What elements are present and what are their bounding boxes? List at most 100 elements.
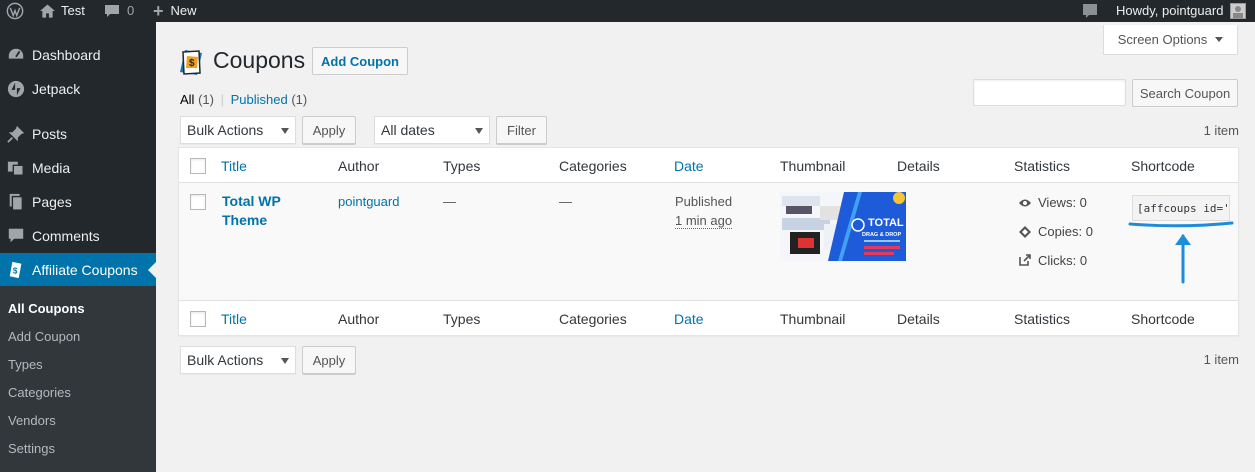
main-content: Screen Options $ Coupons Add Coupon All … — [156, 22, 1255, 472]
avatar — [1230, 3, 1247, 19]
post-date: 1 min ago — [675, 213, 733, 229]
howdy-text: Howdy, pointguard — [1116, 3, 1224, 18]
types-value: — — [443, 194, 456, 209]
column-date[interactable]: Date — [674, 311, 704, 327]
sidebar-item-jetpack[interactable]: Jetpack — [0, 72, 156, 106]
stat-views-text: Views: 0 — [1038, 195, 1087, 210]
view-all-link[interactable]: All — [180, 92, 194, 107]
eye-icon — [1017, 198, 1032, 208]
admin-bar: Test 0 + New Howdy, pointguard — [0, 0, 1255, 22]
select-all-checkbox[interactable] — [190, 158, 206, 174]
column-categories: Categories — [559, 311, 627, 327]
bulk-actions-value: Bulk Actions — [187, 122, 264, 138]
sidebar-item-comments[interactable]: Comments — [0, 219, 156, 253]
column-categories: Categories — [559, 158, 627, 174]
sidebar-item-posts[interactable]: Posts — [0, 117, 156, 151]
site-name: Test — [61, 3, 85, 18]
submenu-all-coupons[interactable]: All Coupons — [8, 301, 85, 316]
svg-text:$: $ — [13, 267, 18, 276]
apply-button-bottom[interactable]: Apply — [302, 346, 356, 374]
coupons-submenu: All Coupons Add Coupon Types Categories … — [0, 286, 156, 472]
stat-copies-text: Copies: 0 — [1038, 224, 1093, 239]
screen-options-button[interactable]: Screen Options — [1103, 25, 1238, 55]
view-published-link[interactable]: Published — [231, 92, 288, 107]
sidebar-item-media[interactable]: Media — [0, 151, 156, 185]
pages-icon — [0, 193, 32, 211]
column-author: Author — [338, 311, 380, 327]
dropdown-arrow-icon — [475, 128, 483, 134]
bulk-actions-select-bottom[interactable]: Bulk Actions — [180, 346, 296, 374]
view-separator: | — [220, 92, 224, 107]
submenu-categories[interactable]: Categories — [8, 385, 71, 400]
search-coupon-button[interactable]: Search Coupon — [1132, 79, 1238, 107]
submenu-add-coupon[interactable]: Add Coupon — [8, 329, 80, 344]
dropdown-arrow-icon — [281, 128, 289, 134]
sidebar-item-label: Comments — [32, 228, 100, 244]
dropdown-arrow-icon — [281, 358, 289, 364]
row-checkbox[interactable] — [190, 194, 206, 210]
table-footer: Title Author Types Categories Date Thumb… — [179, 300, 1238, 335]
stat-copies: Copies: 0 — [1017, 224, 1093, 239]
select-all-checkbox-bottom[interactable] — [190, 311, 206, 327]
stat-views: Views: 0 — [1017, 195, 1087, 210]
sidebar-item-label: Pages — [32, 194, 72, 210]
plus-icon: + — [153, 1, 164, 21]
column-details: Details — [897, 158, 940, 174]
coupon-thumbnail[interactable]: TOTAL DRAG & DROP — [780, 192, 906, 261]
wordpress-logo-icon[interactable] — [6, 0, 24, 22]
submenu-vendors[interactable]: Vendors — [8, 413, 56, 428]
items-count-bottom: 1 item — [1203, 352, 1239, 367]
column-statistics: Statistics — [1014, 311, 1071, 327]
column-statistics: Statistics — [1014, 158, 1071, 174]
comments-count: 0 — [127, 3, 135, 18]
table-header: Title Author Types Categories Date Thumb… — [179, 148, 1238, 183]
column-thumbnail: Thumbnail — [780, 311, 846, 327]
thumbnail-drag-drop-text: DRAG & DROP — [862, 232, 901, 238]
post-status: Published — [675, 194, 733, 209]
filter-button[interactable]: Filter — [496, 116, 547, 144]
home-icon — [40, 4, 55, 18]
sidebar-item-label: Affiliate Coupons — [32, 262, 138, 278]
table-row: Total WP Theme pointguard — — Published … — [179, 183, 1238, 300]
column-title[interactable]: Title — [221, 158, 247, 174]
date-filter-select[interactable]: All dates — [374, 116, 490, 144]
status-views: All (1) | Published (1) — [180, 92, 307, 107]
coupon-title-link[interactable]: Total WP Theme — [222, 192, 302, 230]
sidebar-item-dashboard[interactable]: Dashboard — [0, 38, 156, 72]
dashboard-icon — [0, 46, 32, 64]
date-filter-value: All dates — [381, 122, 435, 138]
post-date-text: 1 min ago — [675, 213, 733, 229]
admin-sidebar: Dashboard Jetpack Posts Media Pages Comm… — [0, 22, 156, 472]
copy-icon — [1017, 225, 1032, 239]
column-title[interactable]: Title — [221, 311, 247, 327]
search-input[interactable] — [973, 79, 1126, 106]
new-content-link[interactable]: + New — [153, 0, 197, 22]
external-link-icon — [1017, 254, 1032, 267]
bulk-actions-value: Bulk Actions — [187, 352, 264, 368]
notifications-icon[interactable] — [1082, 0, 1098, 22]
sidebar-item-affiliate-coupons[interactable]: $ Affiliate Coupons — [0, 253, 156, 287]
coupon-page-icon: $ — [178, 48, 204, 79]
column-thumbnail: Thumbnail — [780, 158, 846, 174]
submenu-types[interactable]: Types — [8, 357, 43, 372]
svg-text:$: $ — [189, 58, 195, 69]
view-all-count: (1) — [198, 92, 214, 107]
author-link[interactable]: pointguard — [338, 194, 399, 209]
site-name-link[interactable]: Test — [40, 0, 85, 22]
comment-bubble-icon — [104, 4, 120, 18]
add-coupon-button[interactable]: Add Coupon — [312, 47, 408, 75]
sidebar-item-pages[interactable]: Pages — [0, 185, 156, 219]
comments-link[interactable]: 0 — [104, 0, 134, 22]
categories-value: — — [559, 194, 572, 209]
apply-button-top[interactable]: Apply — [302, 116, 356, 144]
submenu-settings[interactable]: Settings — [8, 441, 55, 456]
column-date[interactable]: Date — [674, 158, 704, 174]
column-types: Types — [443, 311, 481, 327]
account-menu[interactable]: Howdy, pointguard — [1116, 0, 1247, 22]
sidebar-item-label: Posts — [32, 126, 68, 142]
media-icon — [0, 159, 32, 177]
sidebar-item-label: Media — [32, 160, 71, 176]
caret-down-icon — [1215, 37, 1224, 42]
bulk-actions-select-top[interactable]: Bulk Actions — [180, 116, 296, 144]
screen-options-label: Screen Options — [1117, 32, 1208, 47]
